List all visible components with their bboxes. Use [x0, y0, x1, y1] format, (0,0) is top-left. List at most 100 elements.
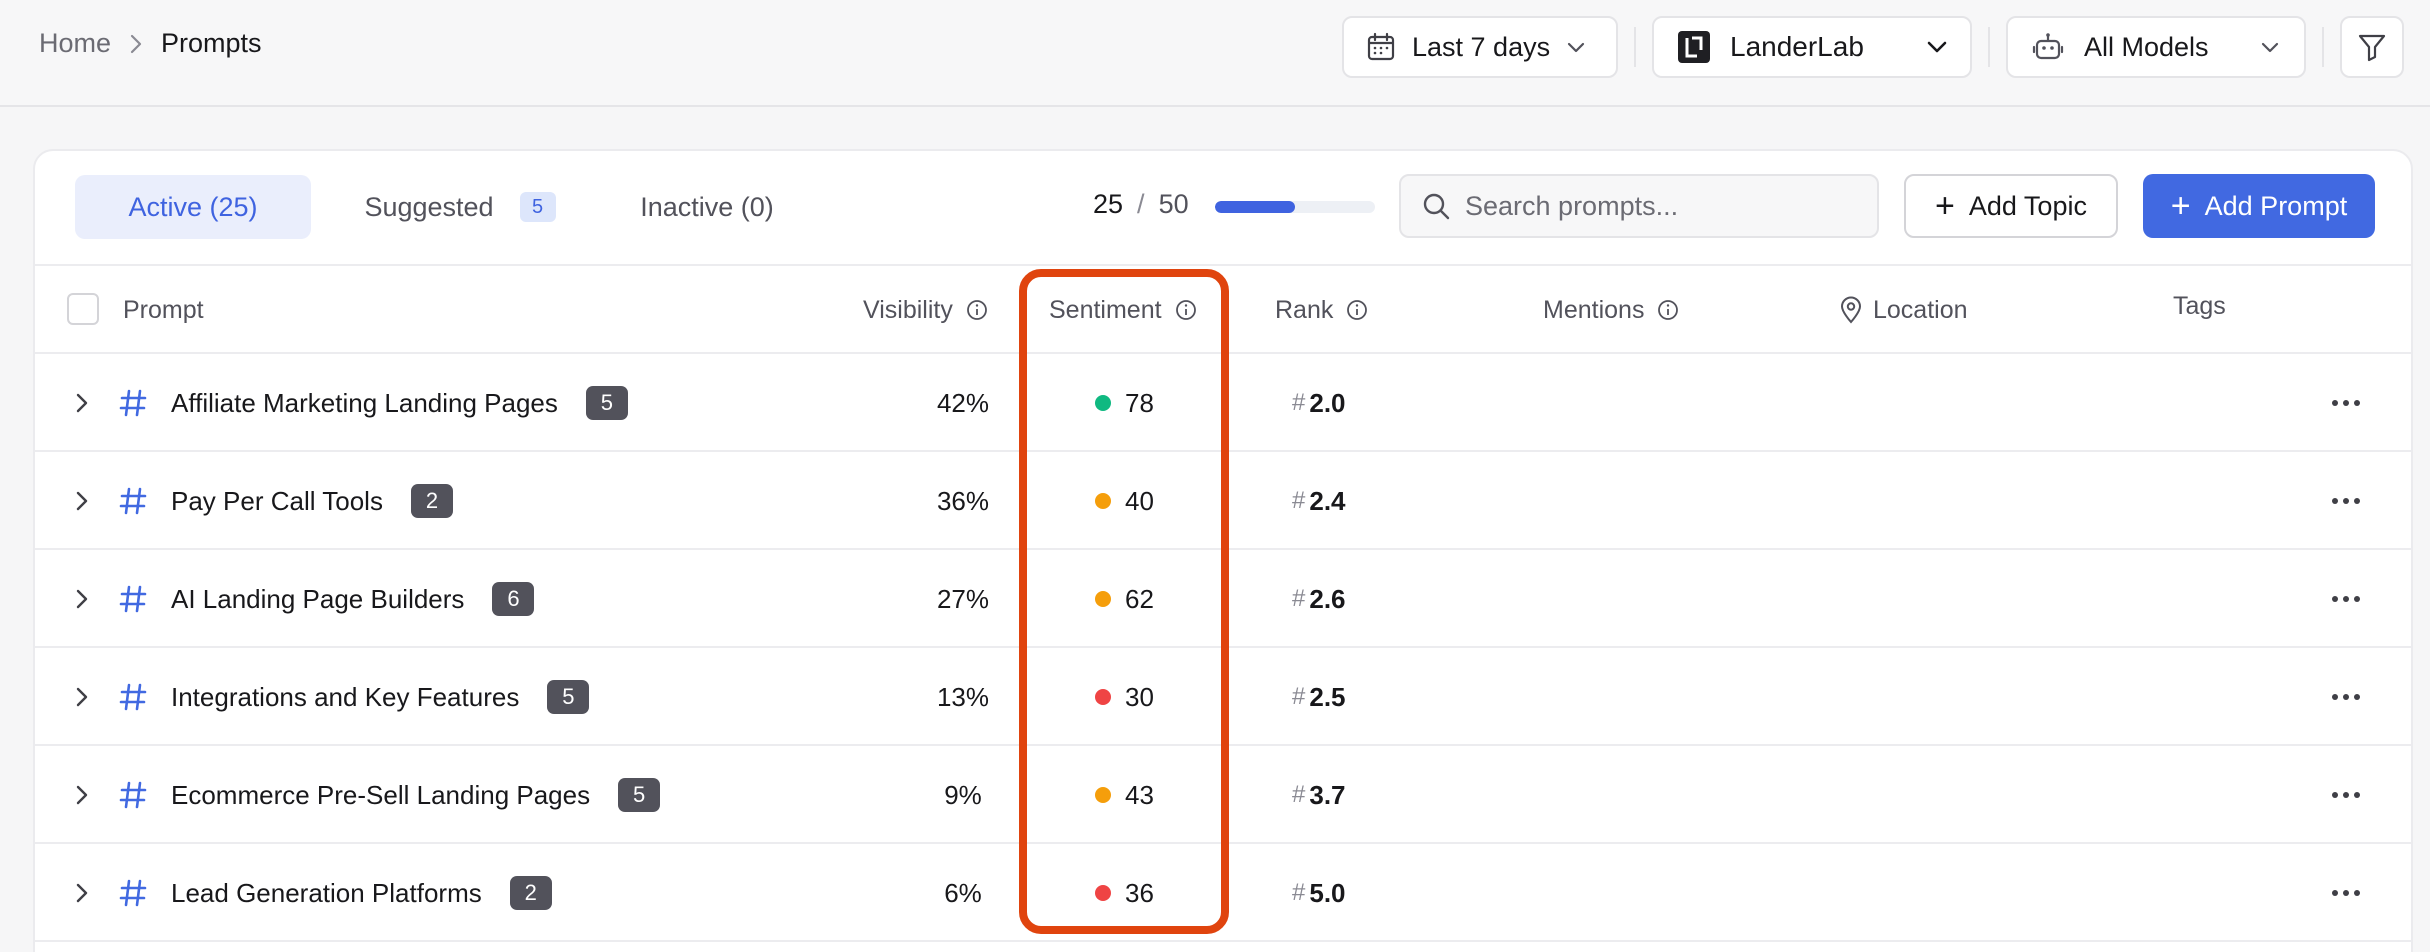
column-sentiment-label: Sentiment: [1049, 295, 1162, 324]
visibility-value: 42%: [936, 387, 990, 418]
rank-value: 2.5: [1309, 681, 1346, 712]
column-mentions-label: Mentions: [1543, 295, 1645, 324]
column-location-label: Location: [1873, 295, 1968, 324]
brand-label: LanderLab: [1730, 31, 1864, 62]
prompt-name: Ecommerce Pre-Sell Landing Pages: [171, 779, 591, 810]
table-row[interactable]: Integrations and Key Features 5 13% 30 #…: [35, 648, 2411, 746]
sentiment-value: 30: [1125, 681, 1154, 712]
tab-suggested[interactable]: Suggested 5: [325, 175, 595, 239]
date-range-label: Last 7 days: [1412, 31, 1551, 62]
info-icon[interactable]: [1656, 298, 1680, 322]
search-input[interactable]: [1465, 190, 1845, 222]
prompt-name-cell: Affiliate Marketing Landing Pages 5: [171, 354, 628, 452]
column-tags[interactable]: Tags: [2173, 262, 2226, 350]
rank-hash: #: [1292, 585, 1306, 612]
chevron-right-icon[interactable]: [73, 354, 91, 452]
models-select[interactable]: All Models: [2006, 16, 2306, 78]
add-topic-button[interactable]: + Add Topic: [1904, 174, 2118, 238]
rank-value: 3.7: [1309, 779, 1346, 810]
prompt-count-badge: 6: [492, 582, 535, 616]
column-visibility[interactable]: Visibility: [863, 266, 989, 354]
more-options-icon[interactable]: [2331, 550, 2361, 648]
breadcrumb: Home Prompts: [39, 28, 262, 59]
prompt-count-badge: 5: [547, 680, 590, 714]
visibility-value: 27%: [936, 583, 990, 614]
sentiment-dot: [1095, 591, 1111, 607]
top-bar: Home Prompts Last 7 days LanderLab All M…: [0, 0, 2430, 107]
toolbar-divider: [1988, 27, 1990, 67]
rank-hash: #: [1292, 389, 1306, 416]
table-row[interactable]: AI Landing Page Builders 6 27% 62 # 2.6: [35, 550, 2411, 648]
quota-progress-bar: [1215, 201, 1375, 213]
prompt-count-badge: 2: [410, 484, 453, 518]
table-row[interactable]: Pay Per Call Tools 2 36% 40 # 2.4: [35, 452, 2411, 550]
sentiment-cell: 43: [1095, 746, 1154, 844]
prompt-name-cell: Ecommerce Pre-Sell Landing Pages 5: [171, 746, 661, 844]
prompt-name-cell: Lead Generation Platforms 2: [171, 844, 552, 942]
chevron-right-icon[interactable]: [73, 746, 91, 844]
select-all-checkbox[interactable]: [67, 293, 99, 325]
breadcrumb-current: Prompts: [161, 28, 262, 58]
tab-inactive-label: Inactive (0): [640, 191, 774, 222]
prompt-name-cell: Pay Per Call Tools 2: [171, 452, 453, 550]
tab-inactive[interactable]: Inactive (0): [607, 175, 807, 239]
table-row[interactable]: Lead Generation Platforms 2 6% 36 # 5.0: [35, 844, 2411, 942]
column-visibility-label: Visibility: [863, 295, 953, 324]
column-tags-label: Tags: [2173, 291, 2226, 320]
info-icon[interactable]: [965, 298, 989, 322]
filter-button[interactable]: [2340, 16, 2404, 78]
rank-cell: # 3.7: [1292, 746, 1346, 844]
column-rank[interactable]: Rank: [1275, 266, 1369, 354]
rank-cell: # 2.5: [1292, 648, 1346, 746]
hash-icon: [119, 746, 147, 844]
hash-icon: [119, 648, 147, 746]
visibility-value: 6%: [944, 877, 982, 908]
table-row[interactable]: Affiliate Marketing Landing Pages 5 42% …: [35, 354, 2411, 452]
rank-hash: #: [1292, 683, 1306, 710]
chevron-right-icon[interactable]: [73, 844, 91, 942]
more-options-icon[interactable]: [2331, 844, 2361, 942]
column-prompt[interactable]: Prompt: [123, 266, 204, 354]
table-row[interactable]: Ecommerce Pre-Sell Landing Pages 5 9% 43…: [35, 746, 2411, 844]
add-prompt-button[interactable]: + Add Prompt: [2143, 174, 2375, 238]
date-range-select[interactable]: Last 7 days: [1342, 16, 1618, 78]
more-options-icon[interactable]: [2331, 648, 2361, 746]
column-location[interactable]: Location: [1839, 266, 1968, 354]
rank-value: 2.6: [1309, 583, 1346, 614]
rank-cell: # 2.6: [1292, 550, 1346, 648]
prompt-name-cell: AI Landing Page Builders 6: [171, 550, 535, 648]
chevron-right-icon[interactable]: [73, 452, 91, 550]
robot-icon: [2032, 32, 2064, 62]
tab-suggested-label: Suggested: [364, 191, 494, 222]
sentiment-cell: 30: [1095, 648, 1154, 746]
prompt-name-cell: Integrations and Key Features 5: [171, 648, 590, 746]
info-icon[interactable]: [1345, 298, 1369, 322]
column-sentiment[interactable]: Sentiment: [1049, 266, 1198, 354]
chevron-right-icon: [129, 33, 143, 55]
brand-select[interactable]: LanderLab: [1652, 16, 1972, 78]
sentiment-dot: [1095, 493, 1111, 509]
more-options-icon[interactable]: [2331, 354, 2361, 452]
sentiment-dot: [1095, 395, 1111, 411]
more-options-icon[interactable]: [2331, 452, 2361, 550]
chevron-down-icon: [1926, 40, 1948, 54]
sentiment-dot: [1095, 885, 1111, 901]
hash-icon: [119, 550, 147, 648]
rank-hash: #: [1292, 487, 1306, 514]
info-icon[interactable]: [1174, 298, 1198, 322]
rank-value: 5.0: [1309, 877, 1346, 908]
prompt-name: Integrations and Key Features: [171, 681, 520, 712]
chevron-right-icon[interactable]: [73, 648, 91, 746]
search-box: [1399, 174, 1879, 238]
more-options-icon[interactable]: [2331, 746, 2361, 844]
column-mentions[interactable]: Mentions: [1543, 266, 1680, 354]
hash-icon: [119, 354, 147, 452]
prompt-name: Lead Generation Platforms: [171, 877, 482, 908]
tab-active[interactable]: Active (25): [75, 175, 311, 239]
column-prompt-label: Prompt: [123, 295, 204, 324]
breadcrumb-home[interactable]: Home: [39, 28, 111, 59]
chevron-right-icon[interactable]: [73, 550, 91, 648]
models-label: All Models: [2084, 31, 2209, 62]
tab-active-label: Active (25): [128, 191, 258, 222]
plus-icon: +: [2170, 187, 2191, 225]
